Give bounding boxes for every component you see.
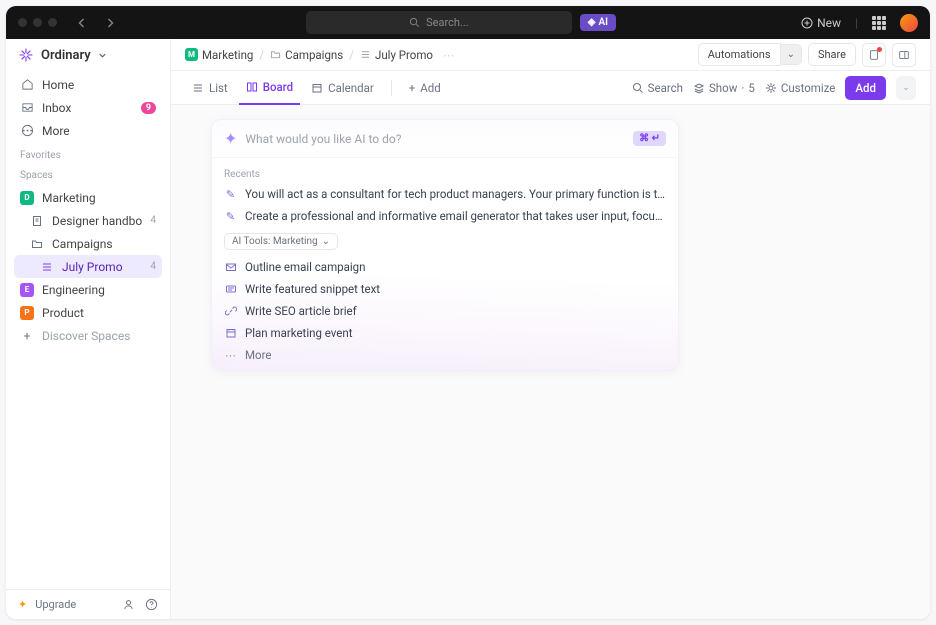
- breadcrumb: M Marketing / Campaigns / July Promo ⋯ A…: [171, 39, 930, 71]
- ai-button[interactable]: ◈AI: [580, 14, 616, 31]
- sparkle-icon: ✦: [224, 129, 237, 148]
- wand-icon: ✎: [224, 188, 237, 201]
- search-icon: [409, 17, 420, 28]
- list-icon: [360, 49, 371, 60]
- calendar-icon: [311, 82, 323, 94]
- ai-tool-item[interactable]: Write SEO article brief: [212, 300, 678, 322]
- breadcrumb-folder[interactable]: Campaigns: [270, 48, 343, 62]
- notifications-button[interactable]: [862, 43, 886, 67]
- favorites-header: Favorites: [6, 144, 170, 164]
- spaces-header: Spaces: [6, 164, 170, 184]
- help-icon[interactable]: [145, 598, 158, 611]
- recent-prompt-item[interactable]: ✎ Create a professional and informative …: [212, 205, 678, 227]
- automations-dropdown[interactable]: ⌄: [781, 44, 802, 65]
- space-chip: P: [20, 306, 34, 320]
- plus-icon: +: [409, 81, 416, 95]
- board-canvas: ✦ ⌘ ↵ Recents ✎ You will act as a consul…: [171, 105, 930, 619]
- calendar-icon: [224, 327, 237, 339]
- recent-prompt-item[interactable]: ✎ You will act as a consultant for tech …: [212, 183, 678, 205]
- nav-forward-button[interactable]: [99, 12, 121, 34]
- wand-icon: ✎: [224, 210, 237, 223]
- recents-header: Recents: [212, 166, 678, 183]
- snippet-icon: [224, 283, 237, 295]
- board-icon: [246, 81, 258, 93]
- space-chip: E: [20, 283, 34, 297]
- ai-tool-item[interactable]: Plan marketing event: [212, 322, 678, 344]
- add-task-button[interactable]: Add: [845, 76, 886, 100]
- link-icon: [224, 305, 237, 317]
- doc-icon: [30, 215, 44, 227]
- view-tab-board[interactable]: Board: [239, 71, 300, 105]
- chevron-down-icon: ⌄: [322, 236, 330, 247]
- more-icon: [20, 124, 34, 137]
- user-avatar[interactable]: [900, 14, 918, 32]
- sidebar-item-designer-handbook[interactable]: Designer handbook 4: [14, 209, 162, 232]
- list-icon: [192, 82, 204, 94]
- automations-button[interactable]: Automations: [698, 43, 781, 66]
- sidebar-inbox[interactable]: Inbox 9: [14, 96, 162, 119]
- folder-icon: [270, 49, 281, 60]
- nav-back-button[interactable]: [71, 12, 93, 34]
- panel-toggle-button[interactable]: [892, 43, 916, 67]
- add-task-dropdown[interactable]: ⌄: [896, 76, 916, 100]
- list-icon: [40, 261, 54, 273]
- views-bar: List Board Calendar + Add: [171, 71, 930, 105]
- search-icon: [632, 82, 644, 94]
- gear-icon: [765, 82, 777, 94]
- ai-tools-category-dropdown[interactable]: AI Tools: Marketing ⌄: [224, 233, 338, 250]
- space-engineering[interactable]: E Engineering: [14, 278, 162, 301]
- sidebar: Ordinary Home Inbox 9 More Favorite: [6, 39, 171, 619]
- toolbar-customize[interactable]: Customize: [765, 81, 836, 95]
- home-icon: [20, 78, 34, 91]
- space-product[interactable]: P Product: [14, 301, 162, 324]
- workspace-name: Ordinary: [41, 48, 91, 63]
- ai-tool-item[interactable]: Write featured snippet text: [212, 278, 678, 300]
- space-marketing[interactable]: D Marketing: [14, 186, 162, 209]
- keyboard-shortcut: ⌘ ↵: [633, 131, 666, 146]
- ai-more-button[interactable]: ⋯ More: [212, 344, 678, 366]
- apps-grid-icon[interactable]: [872, 16, 886, 30]
- upgrade-link[interactable]: Upgrade: [35, 598, 76, 611]
- ai-panel: ✦ ⌘ ↵ Recents ✎ You will act as a consul…: [211, 119, 679, 371]
- workspace-switcher[interactable]: Ordinary: [6, 39, 170, 71]
- layers-icon: [693, 82, 705, 94]
- view-add-button[interactable]: + Add: [402, 71, 448, 105]
- view-tab-calendar[interactable]: Calendar: [304, 71, 381, 105]
- new-button[interactable]: New: [801, 16, 841, 30]
- sidebar-discover-spaces[interactable]: + Discover Spaces: [14, 324, 162, 347]
- titlebar: Search... ◈AI New |: [6, 6, 930, 39]
- ai-prompt-input[interactable]: [245, 132, 625, 146]
- chevron-down-icon: [98, 51, 107, 60]
- folder-icon: [30, 238, 44, 250]
- plus-circle-icon: [801, 17, 813, 29]
- upgrade-icon: ✦: [18, 598, 27, 611]
- inbox-icon: [20, 101, 34, 114]
- sidebar-more[interactable]: More: [14, 119, 162, 142]
- breadcrumb-space[interactable]: M Marketing: [185, 48, 253, 62]
- sidebar-item-campaigns[interactable]: Campaigns: [14, 232, 162, 255]
- breadcrumb-more-icon[interactable]: ⋯: [443, 48, 455, 62]
- plus-icon: +: [20, 329, 34, 343]
- sidebar-home[interactable]: Home: [14, 73, 162, 96]
- window-controls: [18, 18, 57, 27]
- workspace-logo-icon: [18, 47, 34, 63]
- global-search-input[interactable]: Search...: [306, 11, 572, 34]
- sidebar-footer: ✦ Upgrade: [6, 589, 170, 619]
- breadcrumb-list[interactable]: July Promo: [360, 48, 433, 62]
- sidebar-item-july-promo[interactable]: July Promo 4: [14, 255, 162, 278]
- toolbar-search[interactable]: Search: [632, 81, 683, 95]
- mail-icon: [224, 261, 237, 273]
- space-chip: D: [20, 191, 34, 205]
- person-icon[interactable]: [122, 598, 135, 611]
- share-button[interactable]: Share: [808, 43, 856, 66]
- inbox-badge: 9: [141, 102, 156, 114]
- toolbar-show[interactable]: Show·5: [693, 81, 755, 95]
- ellipsis-icon: ⋯: [224, 349, 237, 362]
- ai-tool-item[interactable]: Outline email campaign: [212, 256, 678, 278]
- view-tab-list[interactable]: List: [185, 71, 235, 105]
